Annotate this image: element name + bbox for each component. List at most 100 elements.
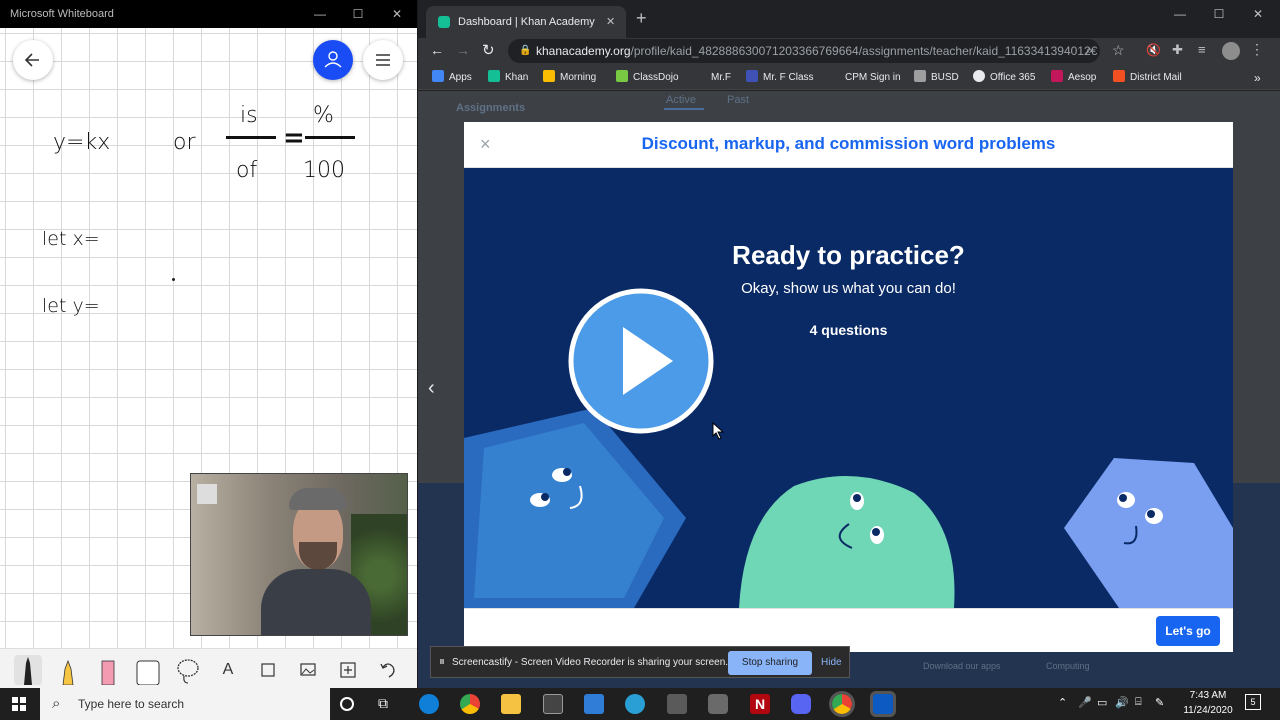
lock-icon: 🔒 — [519, 45, 532, 56]
tab-khan-dashboard[interactable]: Dashboard | Khan Academy ✕ — [426, 6, 626, 38]
mute-icon[interactable]: 🔇 — [1146, 43, 1161, 57]
notification-count: 5 — [1250, 697, 1256, 707]
bookmark-classdojo[interactable]: ClassDojo — [616, 66, 679, 90]
account-button[interactable] — [313, 40, 353, 80]
khan-favicon-icon — [438, 16, 450, 28]
bookmark-khan[interactable]: Khan — [488, 66, 528, 90]
safari-like-icon[interactable] — [625, 694, 645, 714]
eraser-icon[interactable] — [134, 655, 162, 686]
volume-icon[interactable]: 🔊 — [1115, 696, 1129, 709]
note-icon[interactable] — [254, 655, 282, 685]
whiteboard-taskbar-icon[interactable] — [870, 691, 896, 717]
tab-past[interactable]: Past — [727, 94, 749, 106]
chrome-close-icon[interactable]: ✕ — [1238, 0, 1278, 28]
lets-go-button[interactable]: Let's go — [1156, 616, 1220, 646]
text-icon[interactable]: A — [214, 655, 242, 685]
hide-button[interactable]: Hide — [821, 657, 842, 668]
bookmark-apps[interactable]: Apps — [432, 66, 472, 90]
highlighter-pink-icon[interactable] — [94, 655, 122, 686]
insert-icon[interactable] — [334, 655, 362, 685]
word-or: or — [173, 130, 196, 155]
bookmark-busd[interactable]: BUSD — [914, 66, 959, 90]
bookmarks-overflow-icon[interactable]: » — [1254, 66, 1261, 90]
clock-date[interactable]: 11/24/2020 — [1180, 705, 1236, 716]
forward-arrow-icon[interactable]: → — [456, 42, 470, 58]
chrome-menu-icon[interactable]: ⋮ — [1250, 41, 1264, 58]
fraction-percent: % — [313, 103, 334, 128]
lasso-icon[interactable] — [174, 655, 202, 685]
address-bar[interactable]: 🔒 khanacademy.org/profile/kaid_482888630… — [508, 39, 1100, 63]
zoom-search-icon[interactable]: ⌕ — [1086, 43, 1093, 58]
discord-icon[interactable] — [791, 694, 811, 714]
bookmark-mrf[interactable]: Mr.F — [694, 66, 731, 90]
bookmark-star-icon[interactable]: ☆ — [1112, 42, 1125, 59]
pen-tray-icon[interactable]: ✎ — [1155, 696, 1164, 709]
task-view-icon[interactable]: ⧉ — [378, 695, 388, 712]
chrome-taskbar-icon[interactable] — [460, 694, 480, 714]
menu-button[interactable] — [363, 40, 403, 80]
profile-avatar[interactable] — [1222, 42, 1240, 60]
mic-icon[interactable]: 🎤 — [1078, 696, 1092, 709]
clock-time[interactable]: 7:43 AM — [1183, 690, 1233, 701]
back-arrow-icon[interactable]: ← — [430, 42, 444, 58]
bookmark-aesop[interactable]: Aesop — [1051, 66, 1096, 90]
taskbar-search[interactable]: ⌕ Type here to search — [40, 688, 330, 720]
network-icon[interactable]: ⌸ — [1135, 696, 1142, 709]
ready-heading: Ready to practice? — [732, 240, 965, 270]
play-video-icon[interactable] — [567, 287, 715, 435]
notification-center-icon[interactable]: 5 — [1245, 694, 1261, 710]
windows-taskbar: ⌕ Type here to search ⧉ N ⌃ 🎤 ▭ 🔊 ⌸ ✎ 7:… — [0, 688, 1280, 720]
whiteboard-toolbar: A — [0, 648, 417, 688]
chrome-minimize-icon[interactable]: — — [1160, 0, 1200, 28]
tab-close-icon[interactable]: ✕ — [606, 6, 615, 38]
edge-icon[interactable] — [419, 694, 439, 714]
netflix-icon[interactable]: N — [750, 694, 770, 714]
screen-share-bar: ⏸ Screencastify - Screen Video Recorder … — [430, 646, 850, 678]
undo-icon[interactable] — [374, 655, 402, 685]
equation-y-kx: y=kx — [53, 130, 111, 155]
calculator-icon[interactable] — [667, 694, 687, 714]
wifi-icon[interactable]: ▭ — [1097, 696, 1107, 709]
tab-title: Dashboard | Khan Academy — [458, 16, 595, 28]
webcam-overlay — [190, 473, 408, 636]
camera-icon[interactable] — [708, 694, 728, 714]
fraction-of: of — [236, 158, 258, 183]
tray-up-icon[interactable]: ⌃ — [1058, 696, 1067, 709]
reading-list-icon[interactable]: ≡ — [1198, 42, 1206, 57]
close-icon[interactable]: ✕ — [377, 0, 417, 28]
maximize-icon[interactable]: ☐ — [338, 0, 378, 28]
footer-download-link[interactable]: Download our apps — [923, 661, 1001, 671]
windows-start-icon[interactable] — [12, 697, 26, 711]
bookmark-cpm[interactable]: CPM Sign in — [828, 66, 901, 90]
active-tab-underline — [664, 108, 704, 110]
back-button[interactable] — [13, 40, 53, 80]
fraction-is: is — [240, 103, 258, 128]
extensions-icon[interactable]: ✚ — [1172, 42, 1183, 58]
chrome-maximize-icon[interactable]: ☐ — [1199, 0, 1239, 28]
pen-yellow-icon[interactable] — [54, 655, 82, 686]
carousel-prev-icon[interactable]: ‹ — [428, 377, 435, 400]
stop-sharing-button[interactable]: Stop sharing — [728, 651, 812, 675]
new-tab-icon[interactable]: + — [636, 8, 647, 29]
wall-vent — [197, 484, 217, 504]
purple-hexagon-mascot — [1064, 458, 1233, 608]
bookmark-district-mail[interactable]: District Mail — [1113, 66, 1182, 90]
bookmark-office365[interactable]: Office 365 — [973, 66, 1035, 90]
mail-icon[interactable] — [584, 694, 604, 714]
tab-strip: Dashboard | Khan Academy ✕ + — ☐ ✕ — [418, 0, 1280, 38]
minimize-icon[interactable]: — — [300, 0, 340, 28]
bookmark-mrf-class[interactable]: Mr. F Class — [746, 66, 814, 90]
bookmark-morning[interactable]: Morning — [543, 66, 596, 90]
image-icon[interactable] — [294, 655, 322, 685]
reload-icon[interactable]: ↻ — [482, 41, 495, 59]
store-icon[interactable] — [543, 694, 563, 714]
modal-header: × Discount, markup, and commission word … — [464, 122, 1233, 168]
cortana-icon[interactable] — [340, 697, 354, 711]
file-explorer-icon[interactable] — [501, 694, 521, 714]
pen-black-icon[interactable] — [14, 655, 42, 685]
fraction-equals: = — [283, 123, 305, 153]
footer-computing-link[interactable]: Computing — [1046, 661, 1090, 671]
chrome-active-icon[interactable] — [829, 691, 855, 717]
tab-active[interactable]: Active — [666, 94, 696, 106]
pause-icon: ⏸ — [439, 654, 446, 668]
